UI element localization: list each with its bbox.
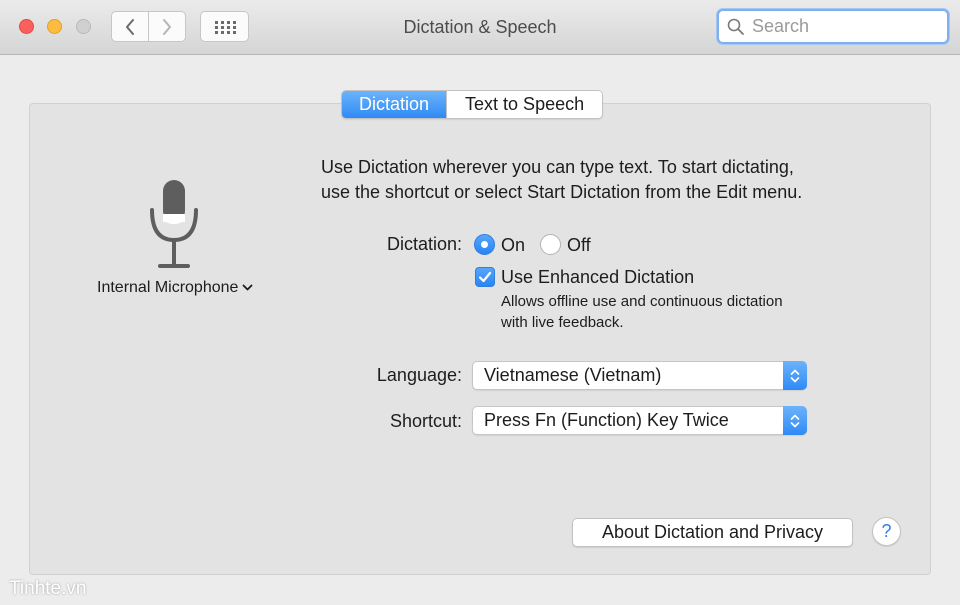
window-titlebar: Dictation & Speech <box>0 0 960 55</box>
dictation-off-radio[interactable] <box>540 234 561 255</box>
enhanced-note-line-2: with live feedback. <box>501 314 624 331</box>
language-value: Vietnamese (Vietnam) <box>484 365 662 385</box>
enhanced-dictation-checkbox[interactable] <box>475 267 495 287</box>
microphone-selector[interactable]: Internal Microphone <box>97 279 253 297</box>
checkmark-icon <box>478 271 492 283</box>
microphone-label: Internal Microphone <box>97 279 239 296</box>
search-input[interactable] <box>752 15 942 37</box>
microphone-icon <box>150 180 198 268</box>
enhanced-dictation-note: Allows offline use and continuous dictat… <box>501 291 841 333</box>
updown-arrows-icon <box>783 361 807 390</box>
shortcut-value: Press Fn (Function) Key Twice <box>484 410 729 430</box>
dictation-off-label: Off <box>567 235 591 255</box>
tab-text-to-speech[interactable]: Text to Speech <box>446 91 603 118</box>
search-field[interactable] <box>717 9 949 44</box>
shortcut-popup[interactable]: Press Fn (Function) Key Twice <box>472 406 807 435</box>
search-icon <box>727 18 744 35</box>
enhanced-note-line-1: Allows offline use and continuous dictat… <box>501 293 783 310</box>
dictation-description: Use Dictation wherever you can type text… <box>321 155 881 205</box>
enhanced-dictation-label: Use Enhanced Dictation <box>501 267 695 287</box>
dictation-on-radio[interactable] <box>474 234 495 255</box>
tab-bar: Dictation Text to Speech <box>341 90 604 119</box>
help-button[interactable]: ? <box>872 517 901 546</box>
dictation-on-label: On <box>501 235 526 255</box>
watermark: Tinhte.vn <box>9 578 87 599</box>
about-dictation-privacy-button[interactable]: About Dictation and Privacy <box>572 518 853 547</box>
description-line-1: Use Dictation wherever you can type text… <box>321 157 794 177</box>
dictation-label: Dictation: <box>386 234 462 254</box>
language-popup[interactable]: Vietnamese (Vietnam) <box>472 361 807 390</box>
language-label: Language: <box>376 365 462 385</box>
updown-arrows-icon <box>783 406 807 435</box>
shortcut-label: Shortcut: <box>389 411 462 431</box>
tab-dictation[interactable]: Dictation <box>342 91 447 118</box>
description-line-2: use the shortcut or select Start Dictati… <box>321 182 803 202</box>
chevron-down-icon <box>242 279 253 297</box>
